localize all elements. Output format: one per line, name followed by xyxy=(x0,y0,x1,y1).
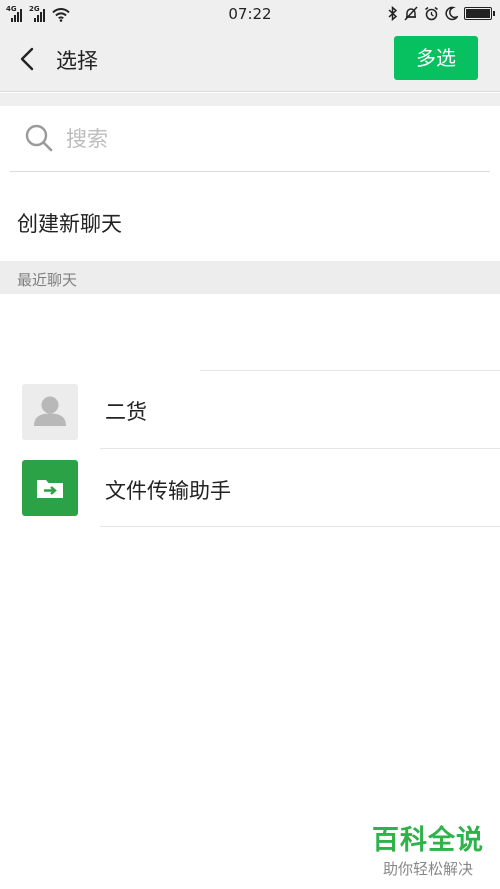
back-arrow-icon[interactable] xyxy=(14,45,42,73)
watermark-title: 百科全说 xyxy=(372,825,484,856)
search-underline xyxy=(10,171,490,172)
header-gap xyxy=(0,93,500,106)
file-transfer-icon xyxy=(22,460,78,516)
search-icon xyxy=(25,124,53,152)
search-bar xyxy=(0,106,500,172)
search-input[interactable] xyxy=(66,123,466,155)
contact-item-file-transfer[interactable]: 文件传输助手 xyxy=(0,450,500,522)
contact-name: 二货 xyxy=(105,400,147,424)
create-new-chat-label: 创建新聊天 xyxy=(17,212,122,236)
battery-icon xyxy=(464,6,495,20)
status-bar: 4G 2G 07:22 xyxy=(0,0,500,27)
header: 选择 多选 xyxy=(0,27,500,92)
alarm-icon xyxy=(425,6,438,20)
moon-icon xyxy=(445,6,458,20)
bluetooth-icon xyxy=(388,5,398,21)
mute-bell-icon xyxy=(404,5,418,21)
page-title: 选择 xyxy=(56,49,98,73)
watermark-subtitle: 助你轻松解决 xyxy=(382,860,473,878)
create-new-chat-item[interactable]: 创建新聊天 xyxy=(0,186,500,260)
multi-select-button[interactable]: 多选 xyxy=(394,36,478,80)
default-person-icon xyxy=(22,384,78,440)
contact-name: 文件传输助手 xyxy=(105,479,231,503)
list-divider xyxy=(200,370,500,371)
recent-chats-header: 最近聊天 xyxy=(0,261,500,294)
status-icons xyxy=(388,4,495,22)
watermark-logo: 百科全说 助你轻松解决 xyxy=(372,818,484,879)
recent-chats-label: 最近聊天 xyxy=(17,271,78,289)
contact-item-erhuo[interactable]: 二货 xyxy=(0,374,500,446)
list-divider xyxy=(100,448,500,449)
list-divider xyxy=(100,526,500,527)
